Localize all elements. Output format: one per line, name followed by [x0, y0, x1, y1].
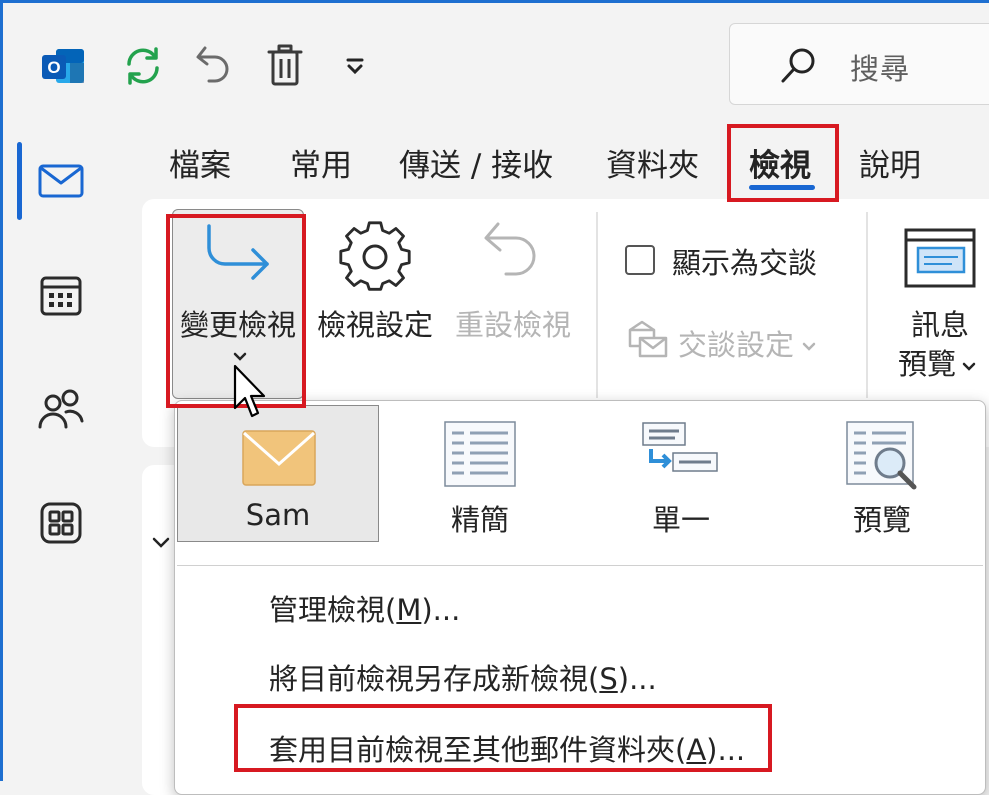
reset-view-button[interactable]: 重設檢視 [448, 214, 578, 344]
undo-icon[interactable] [188, 38, 238, 94]
preview-magnifier-icon [846, 421, 917, 490]
menu-divider [177, 565, 983, 566]
reset-view-label: 重設檢視 [454, 308, 571, 342]
ribbon-separator [596, 212, 598, 398]
tab-folder[interactable]: 資料夾 [606, 140, 699, 185]
svg-text:O: O [47, 58, 60, 77]
view-option-label: 單一 [651, 503, 710, 537]
gear-icon [339, 221, 411, 291]
view-option-compact[interactable]: 精簡 [380, 405, 580, 542]
sync-icon[interactable] [118, 38, 168, 94]
highlight-box-view-tab [727, 124, 839, 202]
tab-send-receive[interactable]: 傳送 / 接收 [399, 140, 553, 185]
calendar-icon[interactable] [32, 266, 90, 324]
search-placeholder: 搜尋 [850, 52, 911, 86]
view-option-label: Sam [245, 498, 311, 532]
view-option-sam[interactable]: Sam [177, 405, 379, 542]
conversation-settings-label[interactable]: 交談設定 [678, 322, 818, 364]
message-preview-label-1: 訊息 [910, 308, 969, 342]
view-settings-button[interactable]: 檢視設定 [310, 214, 440, 344]
save-view-as-menu-item[interactable]: 將目前檢視另存成新檢視(S)... [269, 656, 657, 698]
chevron-down-icon[interactable] [330, 38, 380, 94]
nav-selected-indicator [17, 142, 22, 220]
show-as-conversations-label: 顯示為交談 [672, 246, 818, 280]
outlook-logo-icon: O [38, 38, 88, 94]
message-preview-icon [904, 228, 976, 288]
trash-icon[interactable] [260, 38, 310, 94]
chevron-down-icon [962, 362, 976, 371]
conversation-settings-icon [628, 320, 668, 358]
chevron-down-icon[interactable] [150, 534, 172, 552]
view-option-label: 預覽 [852, 503, 911, 537]
manage-views-menu-item[interactable]: 管理檢視(M)... [269, 587, 460, 629]
ribbon-separator [866, 212, 868, 398]
compact-list-icon [444, 421, 516, 487]
search-icon [778, 46, 818, 90]
mouse-cursor-icon [233, 364, 266, 418]
chevron-down-icon [802, 342, 816, 351]
show-as-conversations-checkbox[interactable] [625, 245, 655, 275]
envelope-icon [242, 430, 316, 486]
single-list-icon [642, 422, 718, 472]
view-settings-label: 檢視設定 [316, 308, 433, 342]
view-option-label: 精簡 [450, 503, 509, 537]
highlight-box-apply-view [234, 704, 772, 772]
message-preview-label-2: 預覽 [898, 341, 978, 383]
view-option-preview[interactable]: 預覽 [782, 405, 982, 542]
tab-home[interactable]: 常用 [290, 140, 352, 185]
apps-icon[interactable] [32, 494, 90, 552]
view-option-single[interactable]: 單一 [581, 405, 781, 542]
tab-file[interactable]: 檔案 [169, 140, 231, 185]
tab-help[interactable]: 說明 [859, 140, 921, 185]
mail-icon[interactable] [32, 152, 90, 210]
people-icon[interactable] [32, 380, 90, 438]
message-preview-button[interactable]: 訊息 預覽 [890, 224, 989, 384]
undo-icon [484, 222, 536, 276]
search-input[interactable]: 搜尋 [729, 23, 989, 105]
